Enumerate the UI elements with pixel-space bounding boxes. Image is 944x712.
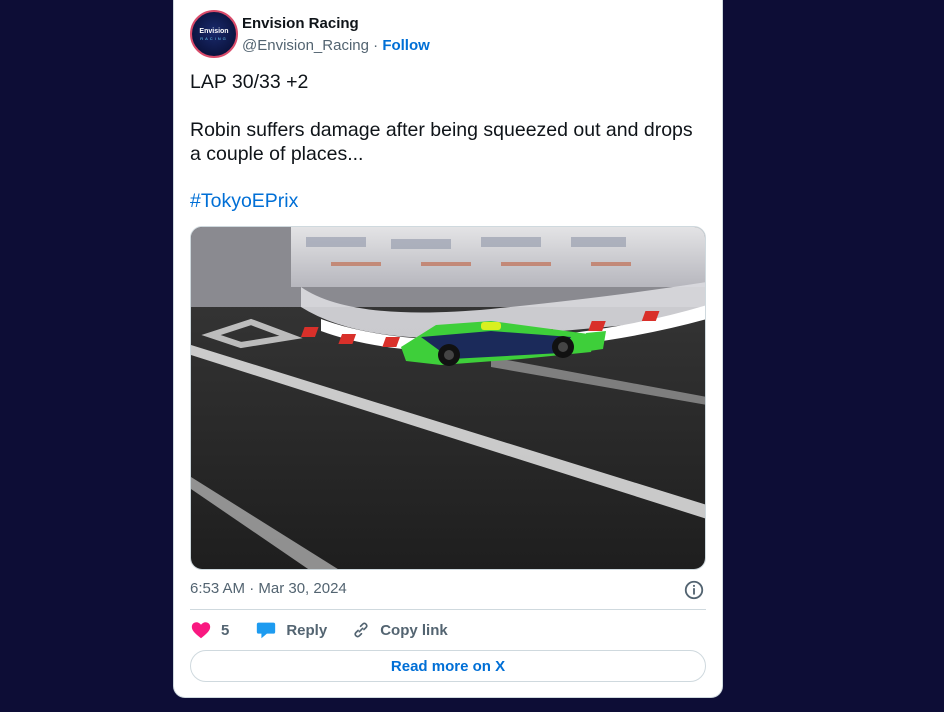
author-name[interactable]: Envision Racing <box>242 15 359 32</box>
action-bar: 5 Reply Copy link <box>190 618 448 642</box>
tweet-text-line-1: LAP 30/33 +2 <box>190 71 309 93</box>
link-icon <box>354 622 368 638</box>
tweet-timestamp[interactable]: 6:53 AM · Mar 30, 2024 <box>190 580 347 597</box>
tweet-text-line-2: Robin suffers damage after being squeeze… <box>190 119 693 165</box>
like-count: 5 <box>221 621 230 639</box>
handle-row: @Envision_Racing · Follow <box>242 37 430 54</box>
avatar[interactable]: Envision RACING <box>190 10 238 58</box>
info-icon[interactable] <box>683 579 705 601</box>
race-car-photo <box>191 227 705 569</box>
tweet-photo[interactable] <box>190 226 706 570</box>
divider <box>190 609 706 610</box>
avatar-logo-text: Envision <box>199 27 229 35</box>
follow-button[interactable]: Follow <box>382 37 430 54</box>
copy-link-label: Copy link <box>380 621 448 639</box>
like-button[interactable]: 5 <box>190 619 229 641</box>
reply-bubble-icon <box>257 622 276 639</box>
heart-icon <box>191 622 211 639</box>
hashtag-link[interactable]: #TokyoEPrix <box>190 190 298 213</box>
separator-dot: · <box>373 37 379 54</box>
reply-label: Reply <box>286 621 328 639</box>
avatar-sub-text: RACING <box>200 35 228 41</box>
tweet-text: LAP 30/33 +2 Robin suffers damage after … <box>190 70 706 166</box>
read-more-button[interactable]: Read more on X <box>190 650 706 682</box>
author-handle[interactable]: @Envision_Racing <box>242 37 369 54</box>
reply-button[interactable]: Reply <box>255 619 327 641</box>
copy-link-button[interactable]: Copy link <box>351 620 448 640</box>
